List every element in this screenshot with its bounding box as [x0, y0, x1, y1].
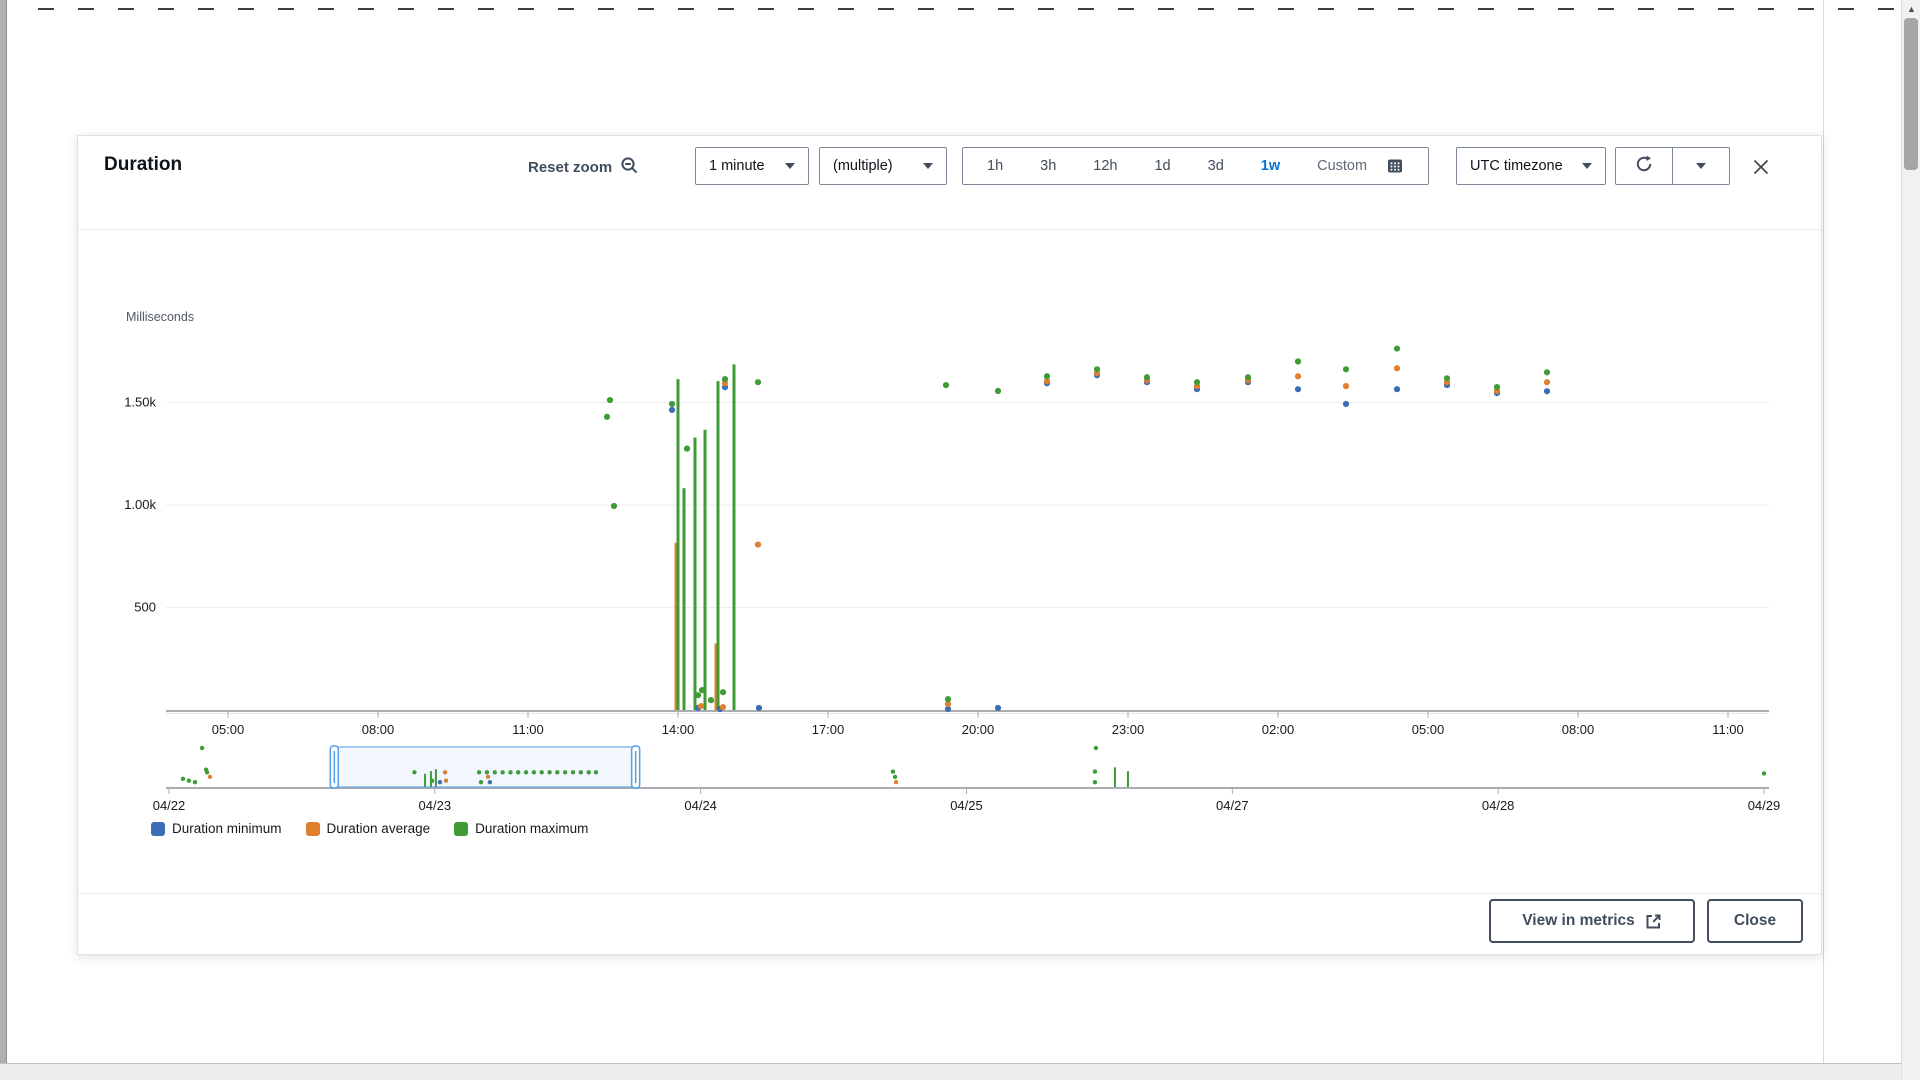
range-1h[interactable]: 1h: [987, 158, 1003, 174]
reset-zoom-button[interactable]: Reset zoom: [528, 156, 639, 179]
svg-text:04/28: 04/28: [1482, 798, 1515, 813]
svg-text:04/24: 04/24: [684, 798, 717, 813]
svg-text:17:00: 17:00: [812, 722, 845, 737]
close-button-label: Close: [1734, 912, 1776, 930]
statistic-select-value: (multiple): [833, 158, 893, 174]
legend-item-average[interactable]: Duration average: [306, 821, 431, 836]
legend-item-maximum[interactable]: Duration maximum: [454, 821, 588, 836]
chevron-down-icon: [785, 163, 795, 169]
range-12h[interactable]: 12h: [1093, 158, 1117, 174]
legend-swatch-minimum: [151, 822, 165, 836]
console-top-bar-edge: [38, 8, 1895, 10]
legend-item-minimum[interactable]: Duration minimum: [151, 821, 282, 836]
refresh-split-button: [1615, 147, 1730, 185]
svg-text:08:00: 08:00: [362, 722, 395, 737]
svg-text:05:00: 05:00: [212, 722, 245, 737]
svg-text:08:00: 08:00: [1562, 722, 1595, 737]
svg-text:04/22: 04/22: [153, 798, 186, 813]
svg-text:500: 500: [134, 600, 156, 615]
legend-swatch-maximum: [454, 822, 468, 836]
svg-text:05:00: 05:00: [1412, 722, 1445, 737]
legend-swatch-average: [306, 822, 320, 836]
svg-text:1.00k: 1.00k: [124, 497, 156, 512]
legend-label-minimum: Duration minimum: [172, 821, 282, 836]
header-divider: [78, 229, 1821, 230]
duration-chart: Milliseconds 500 1.00k 1.50k 05:00 08:00 11:00…: [78, 231, 1823, 871]
svg-text:04/25: 04/25: [950, 798, 983, 813]
chevron-down-icon: [1582, 163, 1592, 169]
close-button[interactable]: Close: [1707, 899, 1803, 943]
range-custom[interactable]: Custom: [1317, 158, 1367, 174]
duration-chart-svg: Milliseconds 500 1.00k 1.50k 05:00 08:00 11:00…: [78, 231, 1823, 871]
range-3h[interactable]: 3h: [1040, 158, 1056, 174]
overview-brush[interactable]: [330, 746, 639, 788]
svg-text:04/27: 04/27: [1216, 798, 1249, 813]
period-select-value: 1 minute: [709, 158, 765, 174]
svg-text:14:00: 14:00: [662, 722, 695, 737]
time-range-segmented-control: 1h 3h 12h 1d 3d 1w Custom: [962, 147, 1429, 185]
external-link-icon: [1645, 913, 1662, 930]
scrollbar-thumb[interactable]: [1904, 18, 1918, 170]
calendar-icon[interactable]: [1386, 157, 1404, 175]
footer-divider: [78, 893, 1821, 894]
reset-zoom-label: Reset zoom: [528, 159, 612, 176]
refresh-icon: [1634, 154, 1654, 179]
range-3d[interactable]: 3d: [1208, 158, 1224, 174]
duration-metric-dialog: Duration Reset zoom 1 minute (multiple) …: [77, 135, 1822, 955]
svg-text:11:00: 11:00: [1712, 722, 1744, 737]
svg-text:04/23: 04/23: [419, 798, 452, 813]
period-select[interactable]: 1 minute: [695, 147, 809, 185]
legend-label-average: Duration average: [327, 821, 431, 836]
page-scrollbar[interactable]: ▲: [1901, 0, 1920, 1080]
window-left-edge: [0, 0, 7, 1080]
refresh-options-button[interactable]: [1672, 148, 1729, 184]
zoom-out-icon: [620, 156, 639, 179]
view-in-metrics-button[interactable]: View in metrics: [1489, 899, 1695, 943]
chevron-down-icon: [1696, 163, 1706, 169]
timezone-select[interactable]: UTC timezone: [1456, 147, 1606, 185]
statistic-select[interactable]: (multiple): [819, 147, 947, 185]
range-1d[interactable]: 1d: [1154, 158, 1170, 174]
chart-legend: Duration minimum Duration average Durati…: [151, 821, 588, 836]
svg-text:1.50k: 1.50k: [124, 395, 156, 410]
svg-text:02:00: 02:00: [1262, 722, 1295, 737]
timezone-select-value: UTC timezone: [1470, 158, 1563, 174]
aws-console-page: ▲ Duration Reset zoom 1 minute (multiple…: [0, 0, 1920, 1080]
window-bottom-edge: [0, 1063, 1920, 1080]
svg-text:Milliseconds: Milliseconds: [126, 310, 194, 324]
scrollbar-up-arrow-icon[interactable]: ▲: [1902, 0, 1920, 18]
refresh-button[interactable]: [1616, 148, 1672, 184]
legend-label-maximum: Duration maximum: [475, 821, 588, 836]
close-icon: [1752, 158, 1770, 176]
chevron-down-icon: [923, 163, 933, 169]
svg-text:04/29: 04/29: [1748, 798, 1781, 813]
view-in-metrics-label: View in metrics: [1522, 912, 1635, 930]
svg-text:20:00: 20:00: [962, 722, 995, 737]
svg-text:11:00: 11:00: [512, 722, 544, 737]
dialog-title: Duration: [104, 154, 182, 176]
background-panel-divider: [1823, 0, 1824, 1080]
range-1w-active[interactable]: 1w: [1261, 158, 1280, 174]
svg-text:23:00: 23:00: [1112, 722, 1145, 737]
dialog-close-button[interactable]: [1746, 152, 1776, 182]
